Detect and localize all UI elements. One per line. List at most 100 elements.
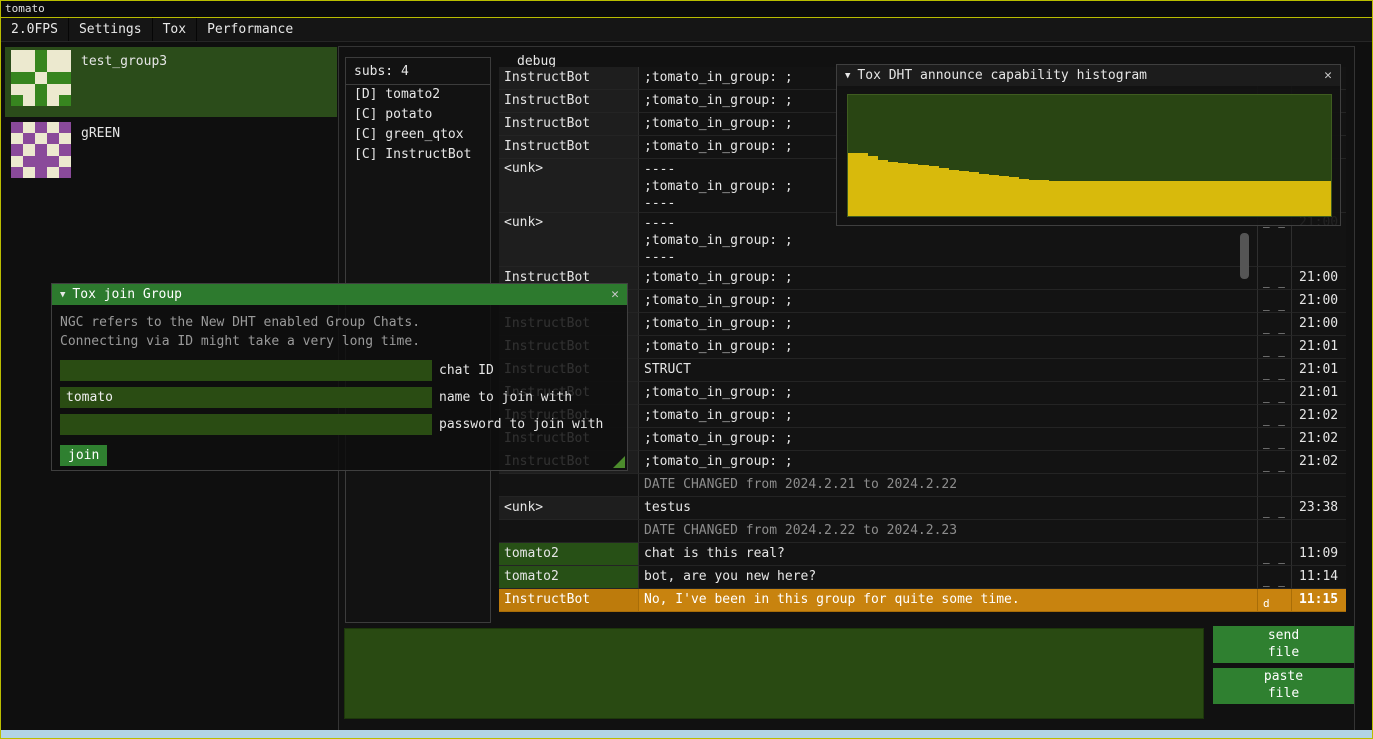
message-cell: ;tomato_in_group: ; [639, 451, 1258, 474]
join-window-title: Tox join Group [72, 287, 182, 302]
close-icon[interactable]: ✕ [1324, 68, 1332, 83]
histogram-bar [1069, 181, 1079, 216]
join-name-input[interactable] [60, 387, 432, 408]
message-cell: STRUCT [639, 359, 1258, 382]
flags-cell: _ _ [1258, 267, 1292, 290]
flags-cell: _ _ [1258, 359, 1292, 382]
message-row[interactable]: tomato2chat is this real?_ _11:09 [499, 543, 1346, 566]
footer-strip [1, 730, 1372, 738]
time-cell: 21:01 [1292, 359, 1346, 382]
flags-cell: _ _ [1258, 566, 1292, 589]
name-cell: tomato2 [499, 566, 639, 589]
time-cell: 11:09 [1292, 543, 1346, 566]
group-name: gREEN [81, 126, 120, 141]
resize-grip-icon[interactable] [613, 456, 625, 468]
time-cell: 21:00 [1292, 267, 1346, 290]
join-button[interactable]: join [60, 445, 107, 466]
name-cell [499, 474, 639, 497]
group-avatar [11, 122, 71, 178]
group-name: test_group3 [81, 54, 167, 69]
subs-item[interactable]: [C] potato [346, 105, 490, 125]
window-titlebar[interactable]: tomato [1, 1, 1372, 18]
histogram-bar [1210, 181, 1220, 216]
flags-cell: d [1258, 589, 1292, 612]
histogram-bar [1170, 181, 1180, 216]
message-cell: ;tomato_in_group: ; [639, 405, 1258, 428]
time-cell: 21:02 [1292, 451, 1346, 474]
join-titlebar[interactable]: ▼ Tox join Group ✕ [52, 284, 627, 305]
histogram-bar [898, 163, 908, 216]
date-separator-row[interactable]: DATE CHANGED from 2024.2.22 to 2024.2.23 [499, 520, 1346, 543]
message-cell: bot, are you new here? [639, 566, 1258, 589]
histogram-bar [1160, 181, 1170, 216]
subs-item[interactable]: [D] tomato2 [346, 85, 490, 105]
message-row[interactable]: <unk>testus_ _23:38 [499, 497, 1346, 520]
name-cell: <unk> [499, 497, 639, 520]
message-cell: DATE CHANGED from 2024.2.22 to 2024.2.23 [639, 520, 1258, 543]
time-cell: 11:15 [1292, 589, 1346, 612]
histogram-bar [1301, 181, 1311, 216]
flags-cell: _ _ [1258, 543, 1292, 566]
send-file-button[interactable]: send file [1213, 626, 1354, 663]
collapse-arrow-icon[interactable]: ▼ [60, 290, 65, 300]
message-cell: chat is this real? [639, 543, 1258, 566]
histogram-bar [1090, 181, 1100, 216]
message-cell: ;tomato_in_group: ; [639, 290, 1258, 313]
close-icon[interactable]: ✕ [611, 287, 619, 302]
group-item[interactable]: gREEN [5, 119, 337, 177]
message-cell: testus [639, 497, 1258, 520]
histogram-bar [1019, 179, 1029, 217]
fps-counter: 2.0FPS [1, 18, 68, 41]
histogram-bar [1130, 181, 1140, 216]
join-fields: chat IDname to join withpassword to join… [60, 360, 619, 435]
flags-cell: _ _ [1258, 428, 1292, 451]
name-cell: InstructBot [499, 589, 639, 612]
histogram-bar [1251, 181, 1261, 216]
name-cell: tomato2 [499, 543, 639, 566]
histogram-bar [989, 175, 999, 216]
histogram-bar [1291, 181, 1301, 216]
menu-item-performance[interactable]: Performance [196, 18, 303, 41]
app-window: tomato 2.0FPSSettingsToxPerformance test… [0, 0, 1373, 739]
name-cell: InstructBot [499, 136, 639, 159]
name-cell: InstructBot [499, 90, 639, 113]
subs-item[interactable]: [C] InstructBot [346, 145, 490, 165]
histogram-titlebar[interactable]: ▼ Tox DHT announce capability histogram … [837, 65, 1340, 86]
message-input[interactable] [344, 628, 1204, 719]
collapse-arrow-icon[interactable]: ▼ [845, 71, 850, 81]
join-info-text: NGC refers to the New DHT enabled Group … [60, 313, 619, 351]
chat-scrollbar-thumb[interactable] [1240, 233, 1249, 279]
flags-cell: _ _ [1258, 336, 1292, 359]
subs-item[interactable]: [C] green_qtox [346, 125, 490, 145]
histogram-bar [1180, 181, 1190, 216]
subs-list: [D] tomato2[C] potato[C] green_qtox[C] I… [346, 85, 490, 165]
time-cell [1292, 474, 1346, 497]
menu-item-settings[interactable]: Settings [68, 18, 152, 41]
time-cell: 11:14 [1292, 566, 1346, 589]
menu-item-tox[interactable]: Tox [152, 18, 196, 41]
group-item[interactable]: test_group3 [5, 47, 337, 117]
join-password-input[interactable] [60, 414, 432, 435]
join-info-line: NGC refers to the New DHT enabled Group … [60, 313, 619, 332]
chat-id-input[interactable] [60, 360, 432, 381]
flags-cell [1258, 520, 1292, 543]
histogram-plot[interactable] [847, 94, 1332, 217]
date-separator-row[interactable]: DATE CHANGED from 2024.2.21 to 2024.2.22 [499, 474, 1346, 497]
histogram-bar [999, 176, 1009, 216]
message-row[interactable]: tomato2bot, are you new here?_ _11:14 [499, 566, 1346, 589]
histogram-bar [868, 156, 878, 217]
message-cell: ;tomato_in_group: ; [639, 313, 1258, 336]
histogram-bar [1110, 181, 1120, 216]
histogram-bar [1039, 180, 1049, 216]
join-body: NGC refers to the New DHT enabled Group … [52, 305, 627, 474]
paste-file-button[interactable]: paste file [1213, 668, 1354, 704]
histogram-bar [1059, 181, 1069, 216]
join-info-line: Connecting via ID might take a very long… [60, 332, 619, 351]
histogram-bar [878, 160, 888, 216]
histogram-bar [1029, 180, 1039, 216]
message-row[interactable]: InstructBotNo, I've been in this group f… [499, 589, 1346, 612]
histogram-bar [1079, 181, 1089, 216]
histogram-bar [1271, 181, 1281, 216]
histogram-bar [1240, 181, 1250, 216]
histogram-bar [929, 166, 939, 216]
